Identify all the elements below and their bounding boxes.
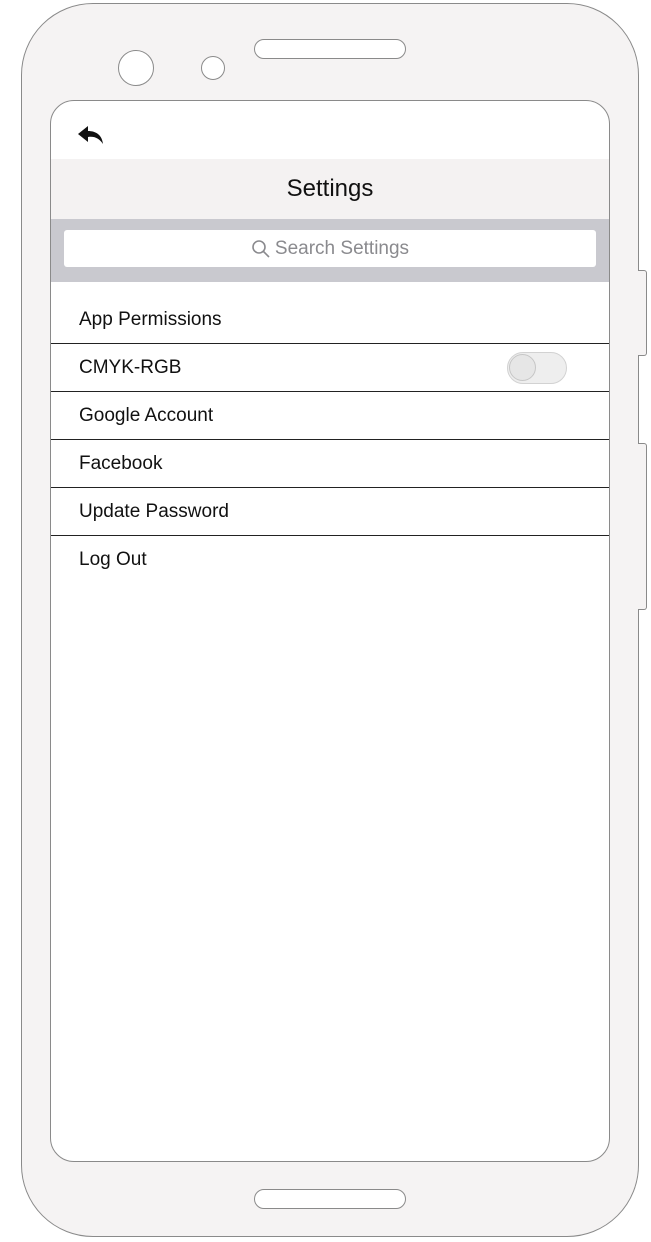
page-title: Settings (286, 175, 374, 202)
front-camera (118, 50, 154, 86)
settings-item-log-out[interactable]: Log Out (51, 536, 609, 584)
settings-item-facebook[interactable]: Facebook (51, 440, 609, 488)
search-input[interactable]: Search Settings (64, 230, 596, 267)
settings-item-label: Log Out (79, 549, 147, 570)
back-arrow-icon[interactable] (75, 121, 105, 151)
settings-item-label: App Permissions (79, 308, 222, 330)
settings-item-label: CMYK-RGB (79, 356, 182, 378)
settings-item-app-permissions[interactable]: App Permissions (51, 296, 609, 344)
front-sensor (201, 56, 225, 80)
side-button-power (638, 270, 647, 356)
earpiece-speaker (254, 39, 406, 59)
settings-item-google-account[interactable]: Google Account (51, 392, 609, 440)
settings-item-label: Google Account (79, 404, 214, 426)
search-icon (252, 239, 270, 258)
toggle-knob (509, 354, 536, 381)
title-bar: Settings (51, 159, 609, 219)
settings-item-label: Update Password (79, 500, 229, 522)
settings-item-cmyk-rgb: CMYK-RGB (51, 344, 609, 392)
screen: Settings Search Settings App Permissions… (50, 100, 610, 1162)
settings-item-update-password[interactable]: Update Password (51, 488, 609, 536)
settings-item-label: Facebook (79, 452, 163, 474)
search-bar: Search Settings (51, 219, 609, 282)
home-button[interactable] (254, 1189, 406, 1209)
settings-list: App Permissions CMYK-RGB Google Account … (51, 296, 609, 584)
side-button-volume (638, 443, 647, 610)
search-placeholder: Search Settings (274, 237, 410, 259)
cmyk-rgb-toggle[interactable] (507, 352, 567, 384)
